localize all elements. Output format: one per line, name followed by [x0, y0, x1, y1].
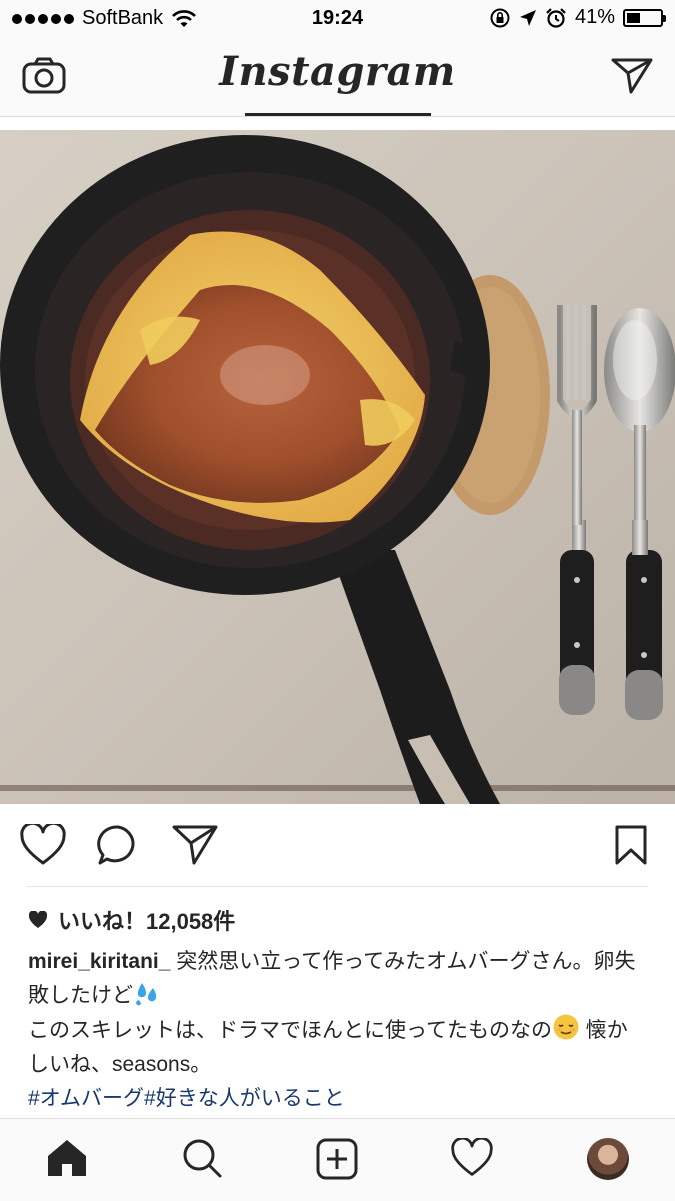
status-right: 41%	[489, 6, 666, 29]
post-photo[interactable]	[0, 130, 675, 804]
likes-count[interactable]: いいね！12,058件	[28, 904, 235, 936]
actions-divider	[27, 886, 648, 887]
top-nav-bar: Instagram	[0, 38, 675, 117]
home-icon[interactable]	[46, 1138, 88, 1178]
search-icon[interactable]	[182, 1138, 222, 1178]
instagram-logo[interactable]: Instagram	[0, 48, 675, 95]
bottom-tab-bar	[0, 1118, 675, 1201]
skillet-omelette-photo	[0, 130, 675, 804]
battery-fill	[627, 12, 640, 23]
caption-text-2: このスキレットは、ドラマでほんとに使ってたものなの	[28, 1019, 552, 1042]
small-heart-icon	[28, 911, 48, 928]
activity-heart-icon[interactable]	[451, 1138, 493, 1178]
battery-percent: 41%	[574, 6, 615, 28]
location-icon	[519, 9, 536, 26]
likes-text: いいね！12,058件	[58, 909, 236, 934]
caption-username[interactable]: mirei_kiritani_	[28, 950, 170, 973]
caption-hashtags[interactable]: #オムバーグ#好きな人がいること	[28, 1087, 345, 1110]
orientation-lock-icon	[490, 8, 510, 27]
alarm-icon	[546, 7, 566, 28]
relieved-face-emoji-icon	[553, 1014, 579, 1040]
post-actions	[0, 804, 675, 886]
direct-message-icon[interactable]	[611, 56, 653, 94]
status-bar: SoftBank 19:24 41%	[0, 0, 675, 38]
sweat-droplets-emoji-icon	[136, 983, 157, 1006]
share-paper-plane-icon[interactable]	[172, 824, 218, 866]
profile-avatar[interactable]	[587, 1138, 629, 1180]
add-post-icon[interactable]	[316, 1138, 358, 1180]
battery-icon	[623, 8, 666, 27]
post-caption: mirei_kiritani_ 突然思い立って作ってみたオムバーグさん。卵失敗し…	[28, 945, 646, 1116]
bookmark-icon[interactable]	[614, 824, 648, 866]
comment-icon[interactable]	[97, 824, 139, 866]
like-heart-icon[interactable]	[20, 824, 66, 866]
logo-underline	[245, 113, 431, 116]
